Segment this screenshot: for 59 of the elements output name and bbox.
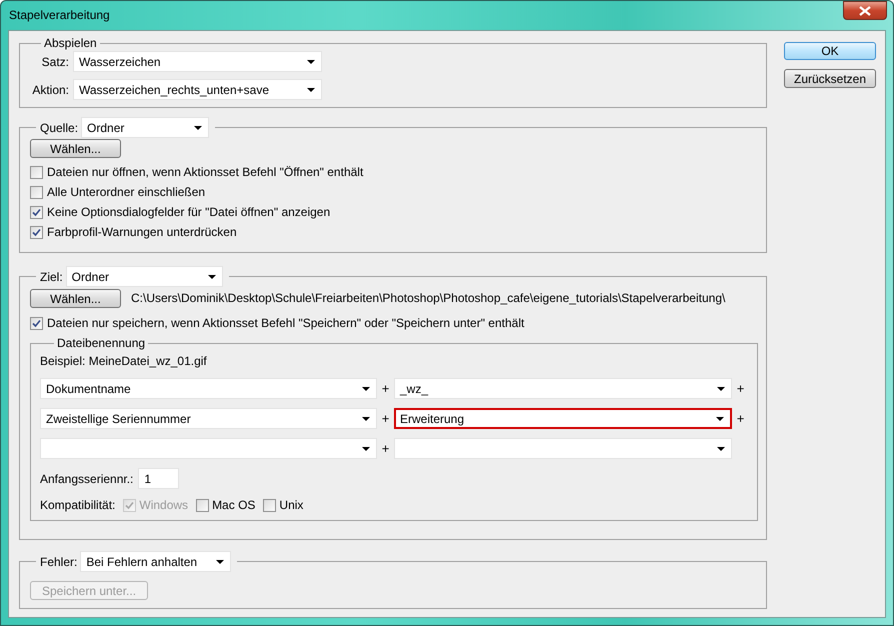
caret-icon	[307, 88, 315, 92]
field-label: Aktion:	[31, 82, 69, 96]
close-button[interactable]	[843, 1, 887, 20]
field-label: Anfangsseriennr.:	[40, 472, 134, 486]
dialog-button[interactable]: Zurücksetzen	[784, 69, 876, 88]
checkbox-label: Windows	[139, 498, 188, 512]
dropdown[interactable]: _wz_	[394, 378, 732, 399]
field-label: Kompatibilität:	[40, 498, 116, 512]
dropdown[interactable]: Bei Fehlern anhalten	[80, 551, 232, 572]
caret-icon	[717, 446, 725, 450]
dropdown[interactable]: Ordner	[81, 117, 210, 138]
choose-button[interactable]: Wählen...	[30, 139, 121, 158]
choose-button[interactable]: Wählen...	[30, 289, 121, 308]
example-text: Beispiel: MeineDatei_wz_01.gif	[40, 354, 208, 370]
window-title: Stapelverarbeitung	[8, 8, 110, 22]
checkbox[interactable]	[30, 316, 43, 330]
dropdown[interactable]: Zweistellige Seriennummer	[40, 408, 377, 429]
dropdown[interactable]: Ordner	[66, 266, 223, 287]
close-icon	[859, 6, 871, 16]
caret-icon	[716, 416, 724, 420]
checkbox-label: Mac OS	[212, 498, 256, 512]
caret-icon	[717, 386, 725, 390]
plus-sign: +	[736, 411, 746, 426]
caret-icon	[362, 446, 370, 450]
field-label: Quelle:	[40, 120, 78, 134]
checkbox[interactable]	[196, 498, 210, 512]
field-label: Ziel:	[40, 270, 63, 284]
group-label: Abspielen	[43, 36, 98, 50]
caret-icon	[208, 274, 216, 278]
dropdown[interactable]: Wasserzeichen	[73, 51, 322, 72]
checkbox-label: Dateien nur speichern, wenn Aktionsset Befehl "Speichern" oder "Speichern unter" enthält	[47, 316, 524, 330]
field-label: Satz:	[40, 54, 69, 68]
plus-sign: +	[380, 411, 390, 426]
dropdown[interactable]: Dokumentname	[40, 378, 377, 399]
caret-icon	[194, 126, 202, 130]
checkbox-label: Dateien nur öffnen, wenn Aktionsset Befehl "Öffnen" enthält	[47, 165, 364, 179]
checkbox[interactable]	[30, 186, 43, 198]
plus-sign: +	[736, 381, 746, 396]
checkbox[interactable]	[30, 226, 43, 238]
group-label: Dateibenennung	[56, 336, 146, 350]
plus-sign: +	[380, 441, 390, 456]
checkbox[interactable]	[30, 206, 43, 218]
checkbox-label: Unix	[279, 498, 304, 512]
dropdown[interactable]: Wasserzeichen_rechts_unten+save	[73, 79, 322, 100]
dialog-button[interactable]: OK	[784, 42, 876, 60]
caret-icon	[362, 386, 370, 390]
folder-path: C:\Users\Dominik\Desktop\Schule\Freiarbeiten\Photoshop\Photoshop_cafe\eigene_tutorials\Stapelverarbeitung\	[131, 291, 726, 305]
checkbox-label: Alle Unterordner einschließen	[47, 185, 206, 199]
caret-icon	[362, 416, 370, 420]
field-label: Fehler:	[40, 554, 78, 568]
checkbox-label: Farbprofil-Warnungen unterdrücken	[47, 225, 237, 239]
checkbox[interactable]	[263, 498, 276, 512]
dropdown[interactable]: Erweiterung	[394, 408, 732, 429]
caret-icon	[307, 60, 315, 64]
caret-icon	[216, 560, 224, 564]
checkbox-label: Keine Optionsdialogfelder für "Datei öffnen" anzeigen	[47, 205, 330, 219]
number-field[interactable]: 1	[138, 468, 180, 489]
checkbox[interactable]	[30, 166, 43, 178]
plus-sign: +	[380, 381, 390, 396]
